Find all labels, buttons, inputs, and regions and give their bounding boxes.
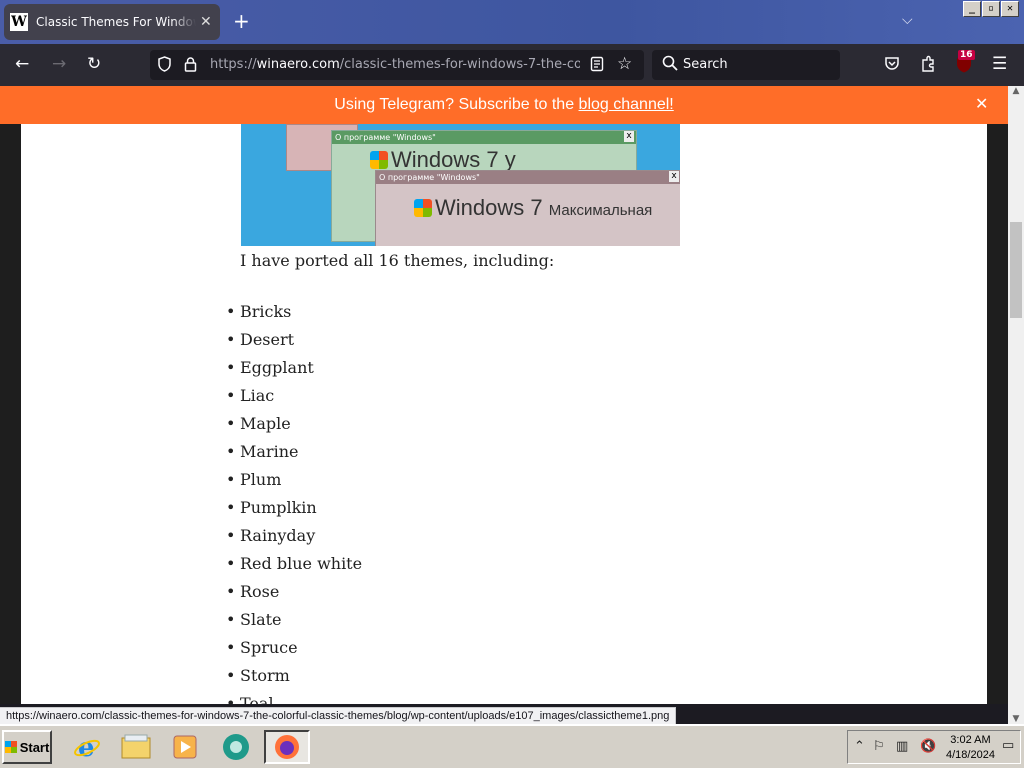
intro-paragraph: I have ported all 16 themes, including: bbox=[240, 251, 555, 270]
article-screenshot-image[interactable]: О программе "Windows" x Windows 7 у О про… bbox=[241, 124, 680, 246]
list-all-tabs-icon[interactable]: ⌵ bbox=[902, 12, 913, 28]
theme-list-item: Bricks bbox=[226, 302, 362, 330]
banner-text: Using Telegram? Subscribe to the bbox=[334, 96, 579, 113]
show-hidden-icons-icon[interactable]: ⌃ bbox=[854, 739, 865, 754]
start-label: Start bbox=[19, 739, 50, 755]
theme-list-item: Spruce bbox=[226, 638, 362, 666]
theme-list-item: Eggplant bbox=[226, 358, 362, 386]
windows-flag-icon bbox=[370, 151, 388, 169]
system-tray: ⌃ ⚐ ▥ 🔇 3:02 AM 4/18/2024 ▭ bbox=[847, 730, 1021, 764]
clock-time: 3:02 AM bbox=[950, 734, 991, 746]
theme-list-item: Storm bbox=[226, 666, 362, 694]
dialog-close-icon: x bbox=[669, 171, 679, 182]
tab-active[interactable]: W Classic Themes For Windows 7 - the Col… bbox=[4, 4, 220, 40]
lock-icon[interactable] bbox=[184, 56, 197, 76]
themes-list: BricksDesertEggplantLiacMapleMarinePlumP… bbox=[226, 302, 362, 704]
blog-channel-link[interactable]: blog channel! bbox=[579, 96, 674, 113]
search-icon bbox=[662, 55, 678, 75]
network-icon[interactable]: ▥ bbox=[896, 739, 908, 754]
edition-text: Максимальная bbox=[548, 202, 653, 219]
theme-list-item: Plum bbox=[226, 470, 362, 498]
dialog-title: О программе "Windows" bbox=[335, 133, 436, 142]
start-button[interactable]: Start bbox=[2, 730, 52, 764]
window-controls: _ ▫ ✕ bbox=[963, 1, 1019, 17]
theme-list-item: Rainyday bbox=[226, 526, 362, 554]
tab-close-icon[interactable]: ✕ bbox=[200, 14, 212, 30]
tab-bar: W Classic Themes For Windows 7 - the Col… bbox=[0, 0, 1024, 44]
windows-flag-icon bbox=[414, 199, 432, 217]
network-app-icon[interactable] bbox=[217, 730, 255, 764]
url-prefix: https:// bbox=[210, 57, 257, 72]
internet-explorer-icon[interactable]: e bbox=[68, 730, 106, 764]
tab-title: Classic Themes For Windows 7 - the Color… bbox=[36, 15, 196, 29]
dialog-title: О программе "Windows" bbox=[379, 173, 480, 182]
file-explorer-icon[interactable] bbox=[117, 730, 155, 764]
extensions-icon[interactable] bbox=[920, 55, 936, 78]
url-path: /classic-themes-for-windows-7-the-colorf… bbox=[339, 57, 580, 72]
hamburger-menu-icon[interactable]: ☰ bbox=[992, 54, 1007, 74]
pocket-icon[interactable] bbox=[884, 56, 900, 77]
theme-list-item: Liac bbox=[226, 386, 362, 414]
media-player-icon[interactable] bbox=[166, 730, 204, 764]
taskbar: Start e ⌃ ⚐ ▥ 🔇 3:02 AM 4/18/2024 ▭ bbox=[0, 724, 1024, 768]
brand-text: Windows 7 bbox=[435, 195, 543, 220]
url-bar[interactable]: https://winaero.com/classic-themes-for-w… bbox=[150, 50, 644, 80]
theme-list-item: Marine bbox=[226, 442, 362, 470]
banner-close-icon[interactable]: ✕ bbox=[975, 94, 988, 114]
article-body: О программе "Windows" x Windows 7 у О про… bbox=[21, 124, 987, 704]
scroll-up-icon[interactable]: ▲ bbox=[1008, 86, 1024, 96]
search-box[interactable]: Search bbox=[652, 50, 840, 80]
extension-badge: 16 bbox=[958, 50, 975, 60]
close-window-button[interactable]: ✕ bbox=[1001, 1, 1019, 17]
theme-list-item: Maple bbox=[226, 414, 362, 442]
theme-list-item: Teal bbox=[226, 694, 362, 704]
brand-text: Windows 7 у bbox=[391, 147, 516, 172]
theme-list-item: Pumplkin bbox=[226, 498, 362, 526]
page-scrollbar[interactable]: ▲ ▼ bbox=[1008, 86, 1024, 724]
action-center-flag-icon[interactable]: ⚐ bbox=[873, 739, 885, 754]
maximize-button[interactable]: ▫ bbox=[982, 1, 1000, 17]
reader-view-icon[interactable] bbox=[590, 56, 604, 76]
banner-message: Using Telegram? Subscribe to the blog ch… bbox=[0, 96, 1008, 114]
windows-brand: Windows 7 Максимальная bbox=[414, 195, 652, 221]
navigation-toolbar: ← → ↻ https://winaero.com/classic-themes… bbox=[0, 44, 1024, 86]
telegram-banner: Using Telegram? Subscribe to the blog ch… bbox=[0, 86, 1008, 124]
clock-date: 4/18/2024 bbox=[946, 749, 995, 761]
winaero-favicon-icon: W bbox=[10, 13, 28, 31]
theme-list-item: Rose bbox=[226, 582, 362, 610]
forward-button[interactable]: → bbox=[52, 54, 66, 74]
windows-flag-icon bbox=[4, 741, 17, 753]
back-button[interactable]: ← bbox=[15, 54, 29, 74]
url-text[interactable]: https://winaero.com/classic-themes-for-w… bbox=[210, 57, 580, 72]
theme-list-item: Red blue white bbox=[226, 554, 362, 582]
dialog-caption: О программе "Windows" x bbox=[376, 171, 680, 184]
page-viewport: О программе "Windows" x Windows 7 у О про… bbox=[0, 124, 1008, 704]
firefox-taskbar-button[interactable] bbox=[264, 730, 310, 764]
bookmark-star-icon[interactable]: ☆ bbox=[617, 54, 632, 74]
scroll-down-icon[interactable]: ▼ bbox=[1008, 714, 1024, 724]
volume-muted-icon[interactable]: 🔇 bbox=[920, 739, 936, 754]
minimize-button[interactable]: _ bbox=[963, 1, 981, 17]
dialog-window-front: О программе "Windows" x Windows 7 Максима… bbox=[375, 170, 680, 246]
search-placeholder: Search bbox=[683, 57, 728, 72]
theme-list-item: Desert bbox=[226, 330, 362, 358]
theme-list-item: Slate bbox=[226, 610, 362, 638]
shield-icon[interactable] bbox=[157, 56, 172, 76]
scrollbar-thumb[interactable] bbox=[1010, 222, 1022, 318]
clock[interactable]: 3:02 AM 4/18/2024 bbox=[946, 733, 995, 763]
show-desktop-icon[interactable]: ▭ bbox=[1002, 738, 1014, 753]
dialog-caption: О программе "Windows" x bbox=[332, 131, 636, 144]
new-tab-button[interactable]: + bbox=[233, 10, 250, 32]
reload-button[interactable]: ↻ bbox=[87, 54, 101, 74]
url-domain: winaero.com bbox=[256, 57, 340, 72]
dialog-close-icon: x bbox=[624, 131, 634, 142]
